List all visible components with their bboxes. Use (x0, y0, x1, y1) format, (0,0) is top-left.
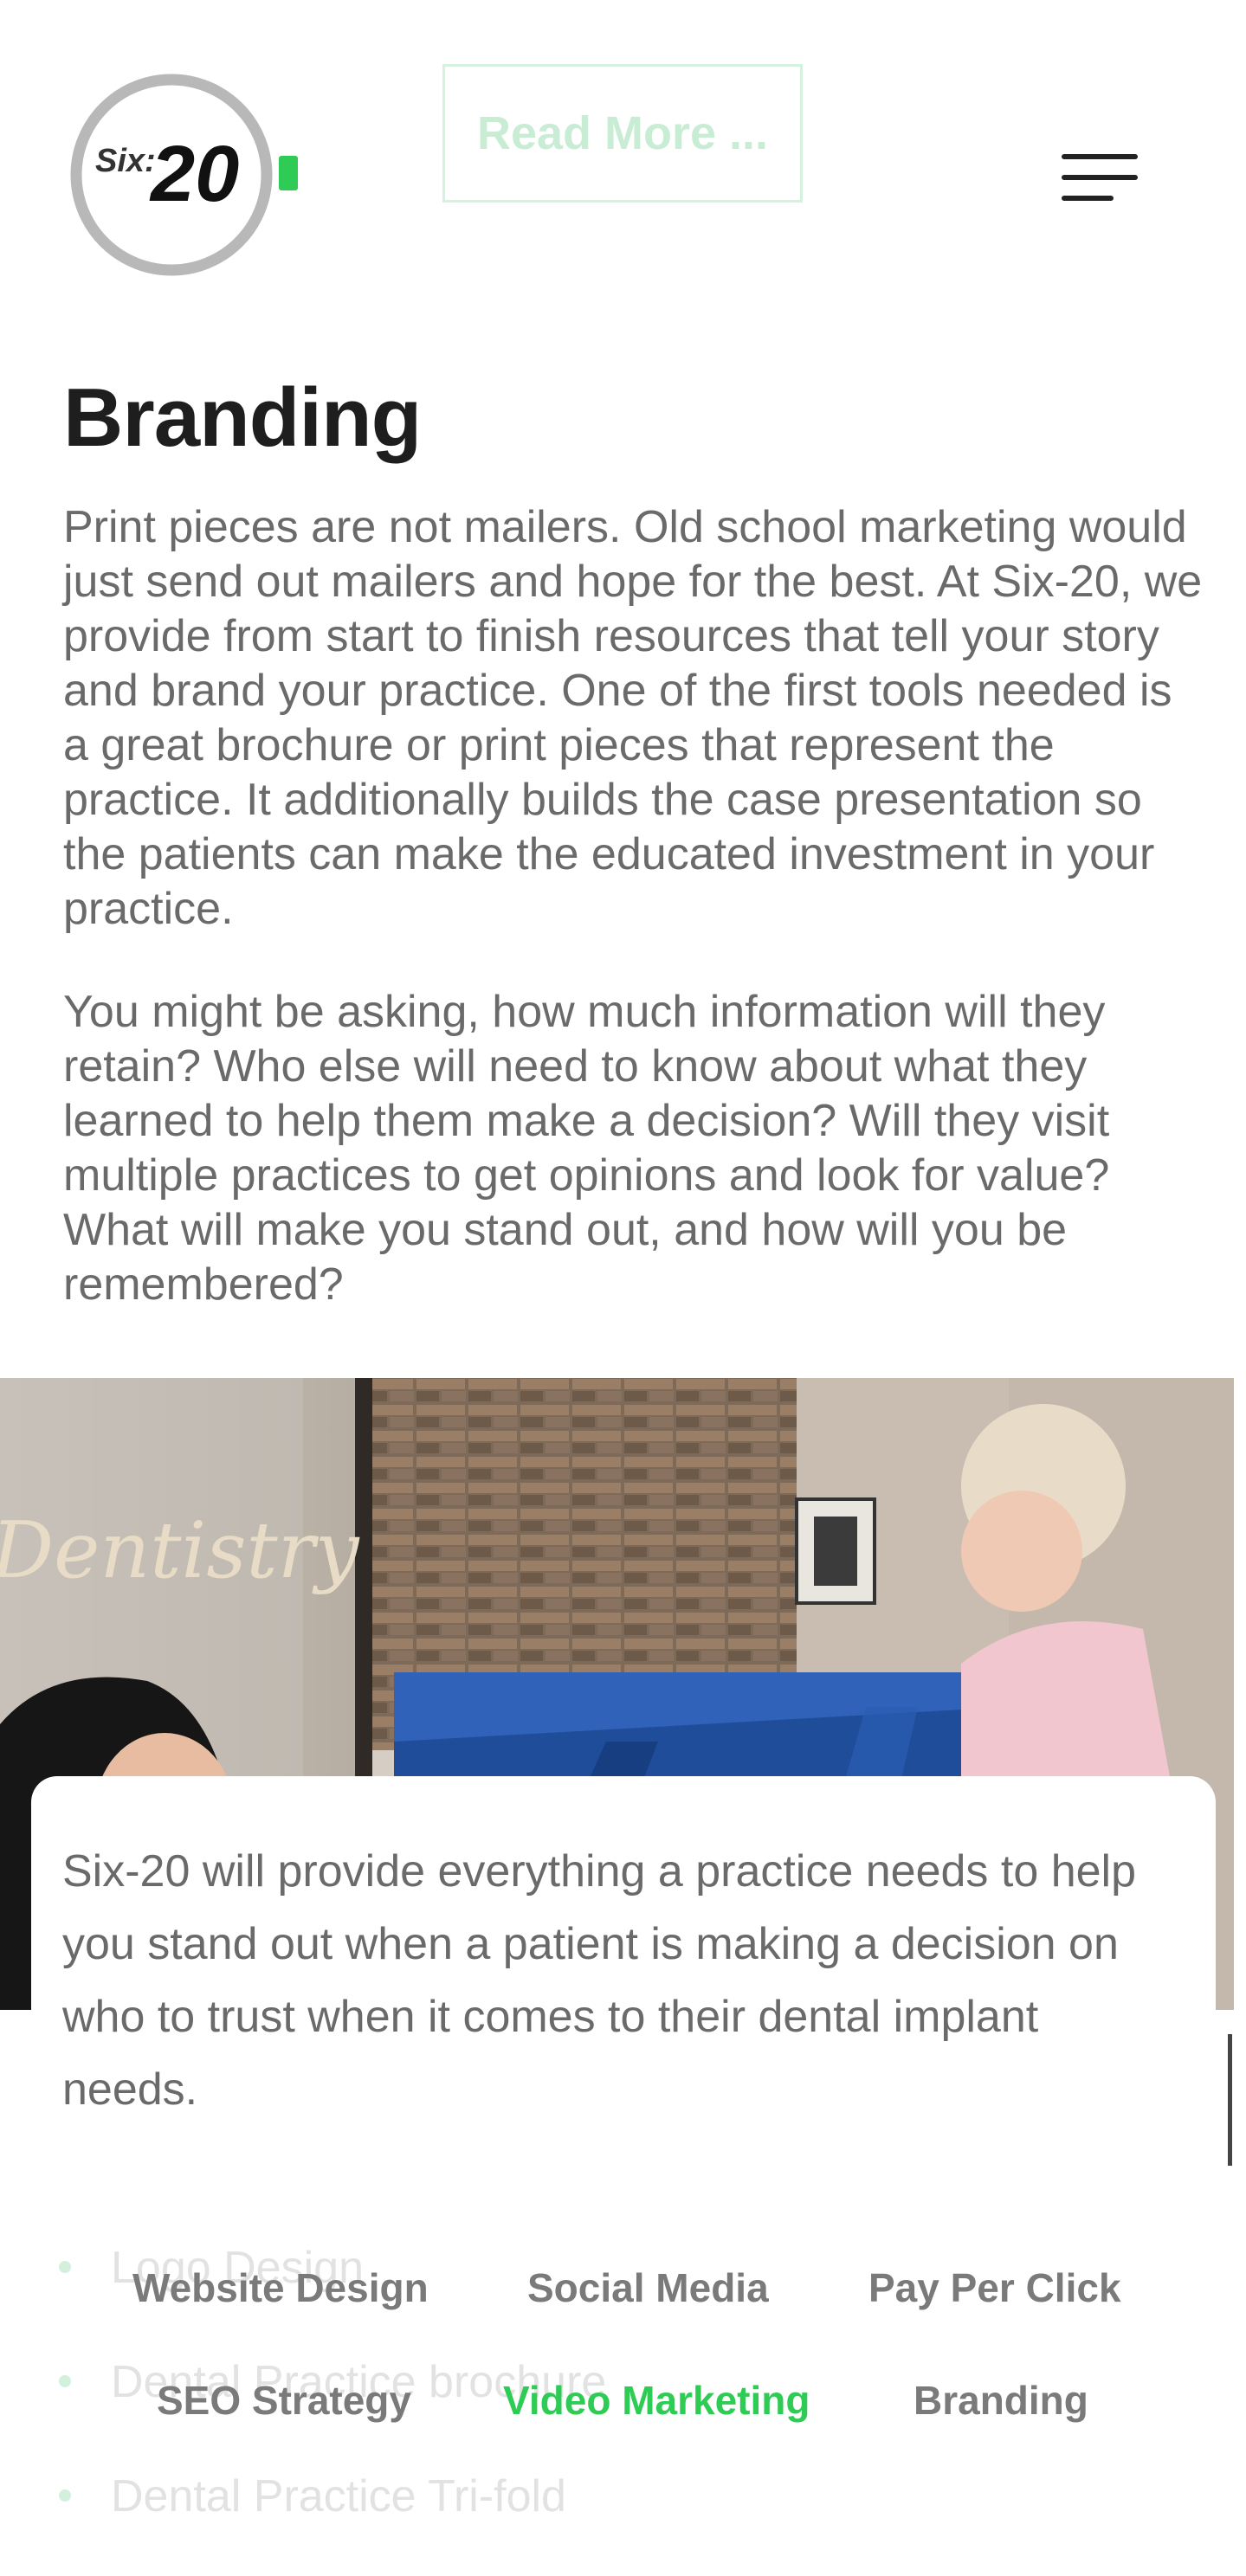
list-item-label: Dental Practice Tri-fold (111, 2471, 566, 2521)
page-title: Branding (63, 371, 422, 464)
logo-text-big: 20 (149, 130, 239, 218)
intro-paragraph: Print pieces are not mailers. Old school… (63, 502, 1203, 934)
tab-video-marketing[interactable]: Video Marketing (503, 2377, 810, 2424)
tab-pay-per-click[interactable]: Pay Per Click (868, 2264, 1121, 2311)
tab-website-design[interactable]: Website Design (132, 2264, 429, 2311)
logo-text-small: Six: (95, 143, 156, 179)
tab-social-media[interactable]: Social Media (527, 2264, 769, 2311)
tab-seo-strategy[interactable]: SEO Strategy (157, 2377, 411, 2424)
tab-branding[interactable]: Branding (914, 2377, 1088, 2424)
six20-logo[interactable]: Six: 20 (66, 69, 308, 286)
read-more-button[interactable]: Read More ... (442, 64, 803, 203)
scroll-indicator[interactable] (1228, 2034, 1232, 2166)
list-item: Dental Practice Tri-fold (59, 2462, 606, 2576)
photo-sign-text: Dentistry (0, 1505, 360, 1596)
card-text: Six-20 will provide everything a practic… (62, 1846, 1137, 2115)
questions-paragraph: You might be asking, how much informatio… (63, 987, 1110, 1310)
hamburger-menu-icon[interactable] (1062, 154, 1138, 203)
